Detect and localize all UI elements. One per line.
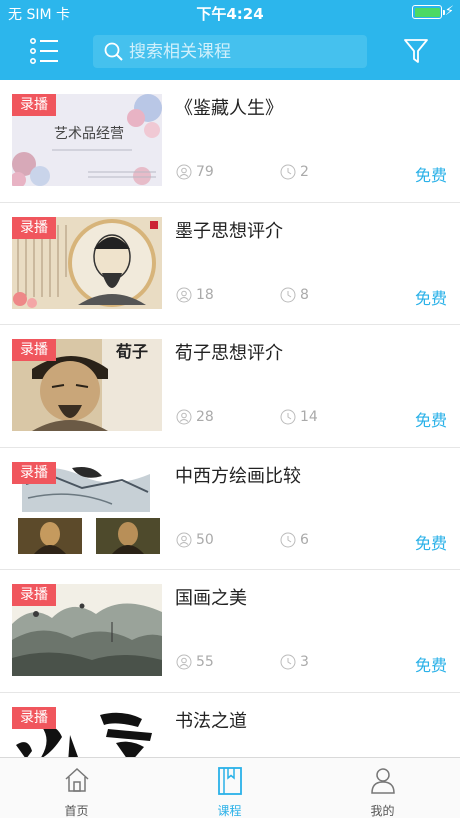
user-icon	[176, 287, 192, 303]
duration: 6	[280, 532, 309, 548]
course-title: 书法之道	[175, 710, 247, 732]
course-item[interactable]: 录播 国画之美 55 3 免费	[0, 570, 460, 693]
view-count-value: 18	[196, 286, 214, 303]
duration-value: 8	[300, 286, 309, 303]
course-title: 《鉴藏人生》	[175, 98, 283, 119]
duration: 2	[280, 164, 309, 180]
recorded-tag: 录播	[12, 94, 56, 116]
user-icon	[176, 409, 192, 425]
view-count-value: 28	[196, 409, 214, 426]
filter-button[interactable]	[403, 38, 429, 64]
thumb-art-title: 艺术品经营	[54, 126, 124, 142]
search-icon	[104, 42, 123, 61]
search-box[interactable]	[93, 35, 367, 68]
course-item[interactable]: 荀子 录播 荀子思想评介 28 14 免费	[0, 325, 460, 448]
recorded-tag: 录播	[12, 339, 56, 362]
course-title: 墨子思想评介	[175, 220, 283, 242]
clock: 下午4:24	[196, 5, 264, 23]
duration-value: 6	[300, 531, 309, 548]
tab-profile-label: 我的	[370, 804, 395, 818]
user-icon	[370, 768, 395, 794]
clock-icon	[280, 532, 296, 548]
course-title: 荀子思想评介	[175, 343, 283, 365]
view-count: 79	[176, 164, 214, 180]
user-icon	[176, 164, 192, 180]
view-count-value: 79	[196, 164, 214, 180]
duration: 8	[280, 287, 309, 303]
status-bar: 无 SIM 卡 下午4:24 ⚡	[0, 0, 460, 24]
thumb-xunzi-chars: 荀子	[115, 342, 148, 361]
view-count: 55	[176, 654, 214, 670]
price-label: 免费	[414, 166, 447, 185]
search-input[interactable]	[129, 35, 359, 68]
view-count-value: 55	[196, 654, 214, 671]
course-item[interactable]: 录播 中西方绘画比较 50 6 免费	[0, 448, 460, 571]
tab-home-label: 首页	[64, 804, 89, 818]
view-count: 50	[176, 532, 214, 548]
recorded-tag: 录播	[12, 216, 56, 239]
top-bar: 无 SIM 卡 下午4:24 ⚡	[0, 0, 460, 80]
tab-home[interactable]: 首页	[0, 758, 153, 818]
tab-bar: 首页 课程 我的	[0, 757, 460, 818]
view-count: 28	[176, 409, 214, 425]
battery-icon	[412, 5, 445, 19]
view-count: 18	[176, 287, 214, 303]
duration-value: 2	[300, 164, 309, 180]
clock-icon	[280, 164, 296, 180]
home-icon	[64, 767, 89, 792]
duration: 3	[280, 654, 309, 670]
tab-profile[interactable]: 我的	[306, 758, 459, 818]
duration: 14	[280, 409, 318, 425]
price-label: 免费	[414, 411, 447, 431]
price-label: 免费	[414, 533, 447, 553]
clock-icon	[280, 654, 296, 670]
tab-courses[interactable]: 课程	[153, 758, 306, 818]
clock-icon	[280, 287, 296, 303]
tab-courses-label: 课程	[217, 804, 242, 818]
price-label: 免费	[414, 288, 447, 308]
book-icon	[217, 767, 242, 795]
charging-icon: ⚡	[444, 4, 454, 19]
course-title: 中西方绘画比较	[175, 465, 301, 487]
user-icon	[176, 654, 192, 670]
course-item[interactable]: 艺术品经营 录播 《鉴藏人生》 79 2 免费	[0, 80, 460, 203]
clock-icon	[280, 409, 296, 425]
user-icon	[176, 532, 192, 548]
duration-value: 14	[300, 409, 318, 426]
filter-funnel-icon	[404, 39, 428, 63]
course-item[interactable]: 录播 墨子思想评介 18 8 免费	[0, 203, 460, 326]
recorded-tag: 录播	[12, 706, 56, 729]
price-label: 免费	[414, 656, 447, 676]
course-title: 国画之美	[175, 588, 247, 610]
recorded-tag: 录播	[12, 584, 56, 607]
menu-button[interactable]	[29, 37, 60, 64]
course-item[interactable]: 录播 书法之道	[0, 693, 460, 757]
duration-value: 3	[300, 654, 309, 671]
recorded-tag: 录播	[12, 461, 56, 484]
view-count-value: 50	[196, 531, 214, 548]
list-menu-icon	[29, 37, 58, 64]
course-list: 艺术品经营 录播 《鉴藏人生》 79 2 免费 录播 墨子思想评介 18 8 免…	[0, 80, 460, 757]
